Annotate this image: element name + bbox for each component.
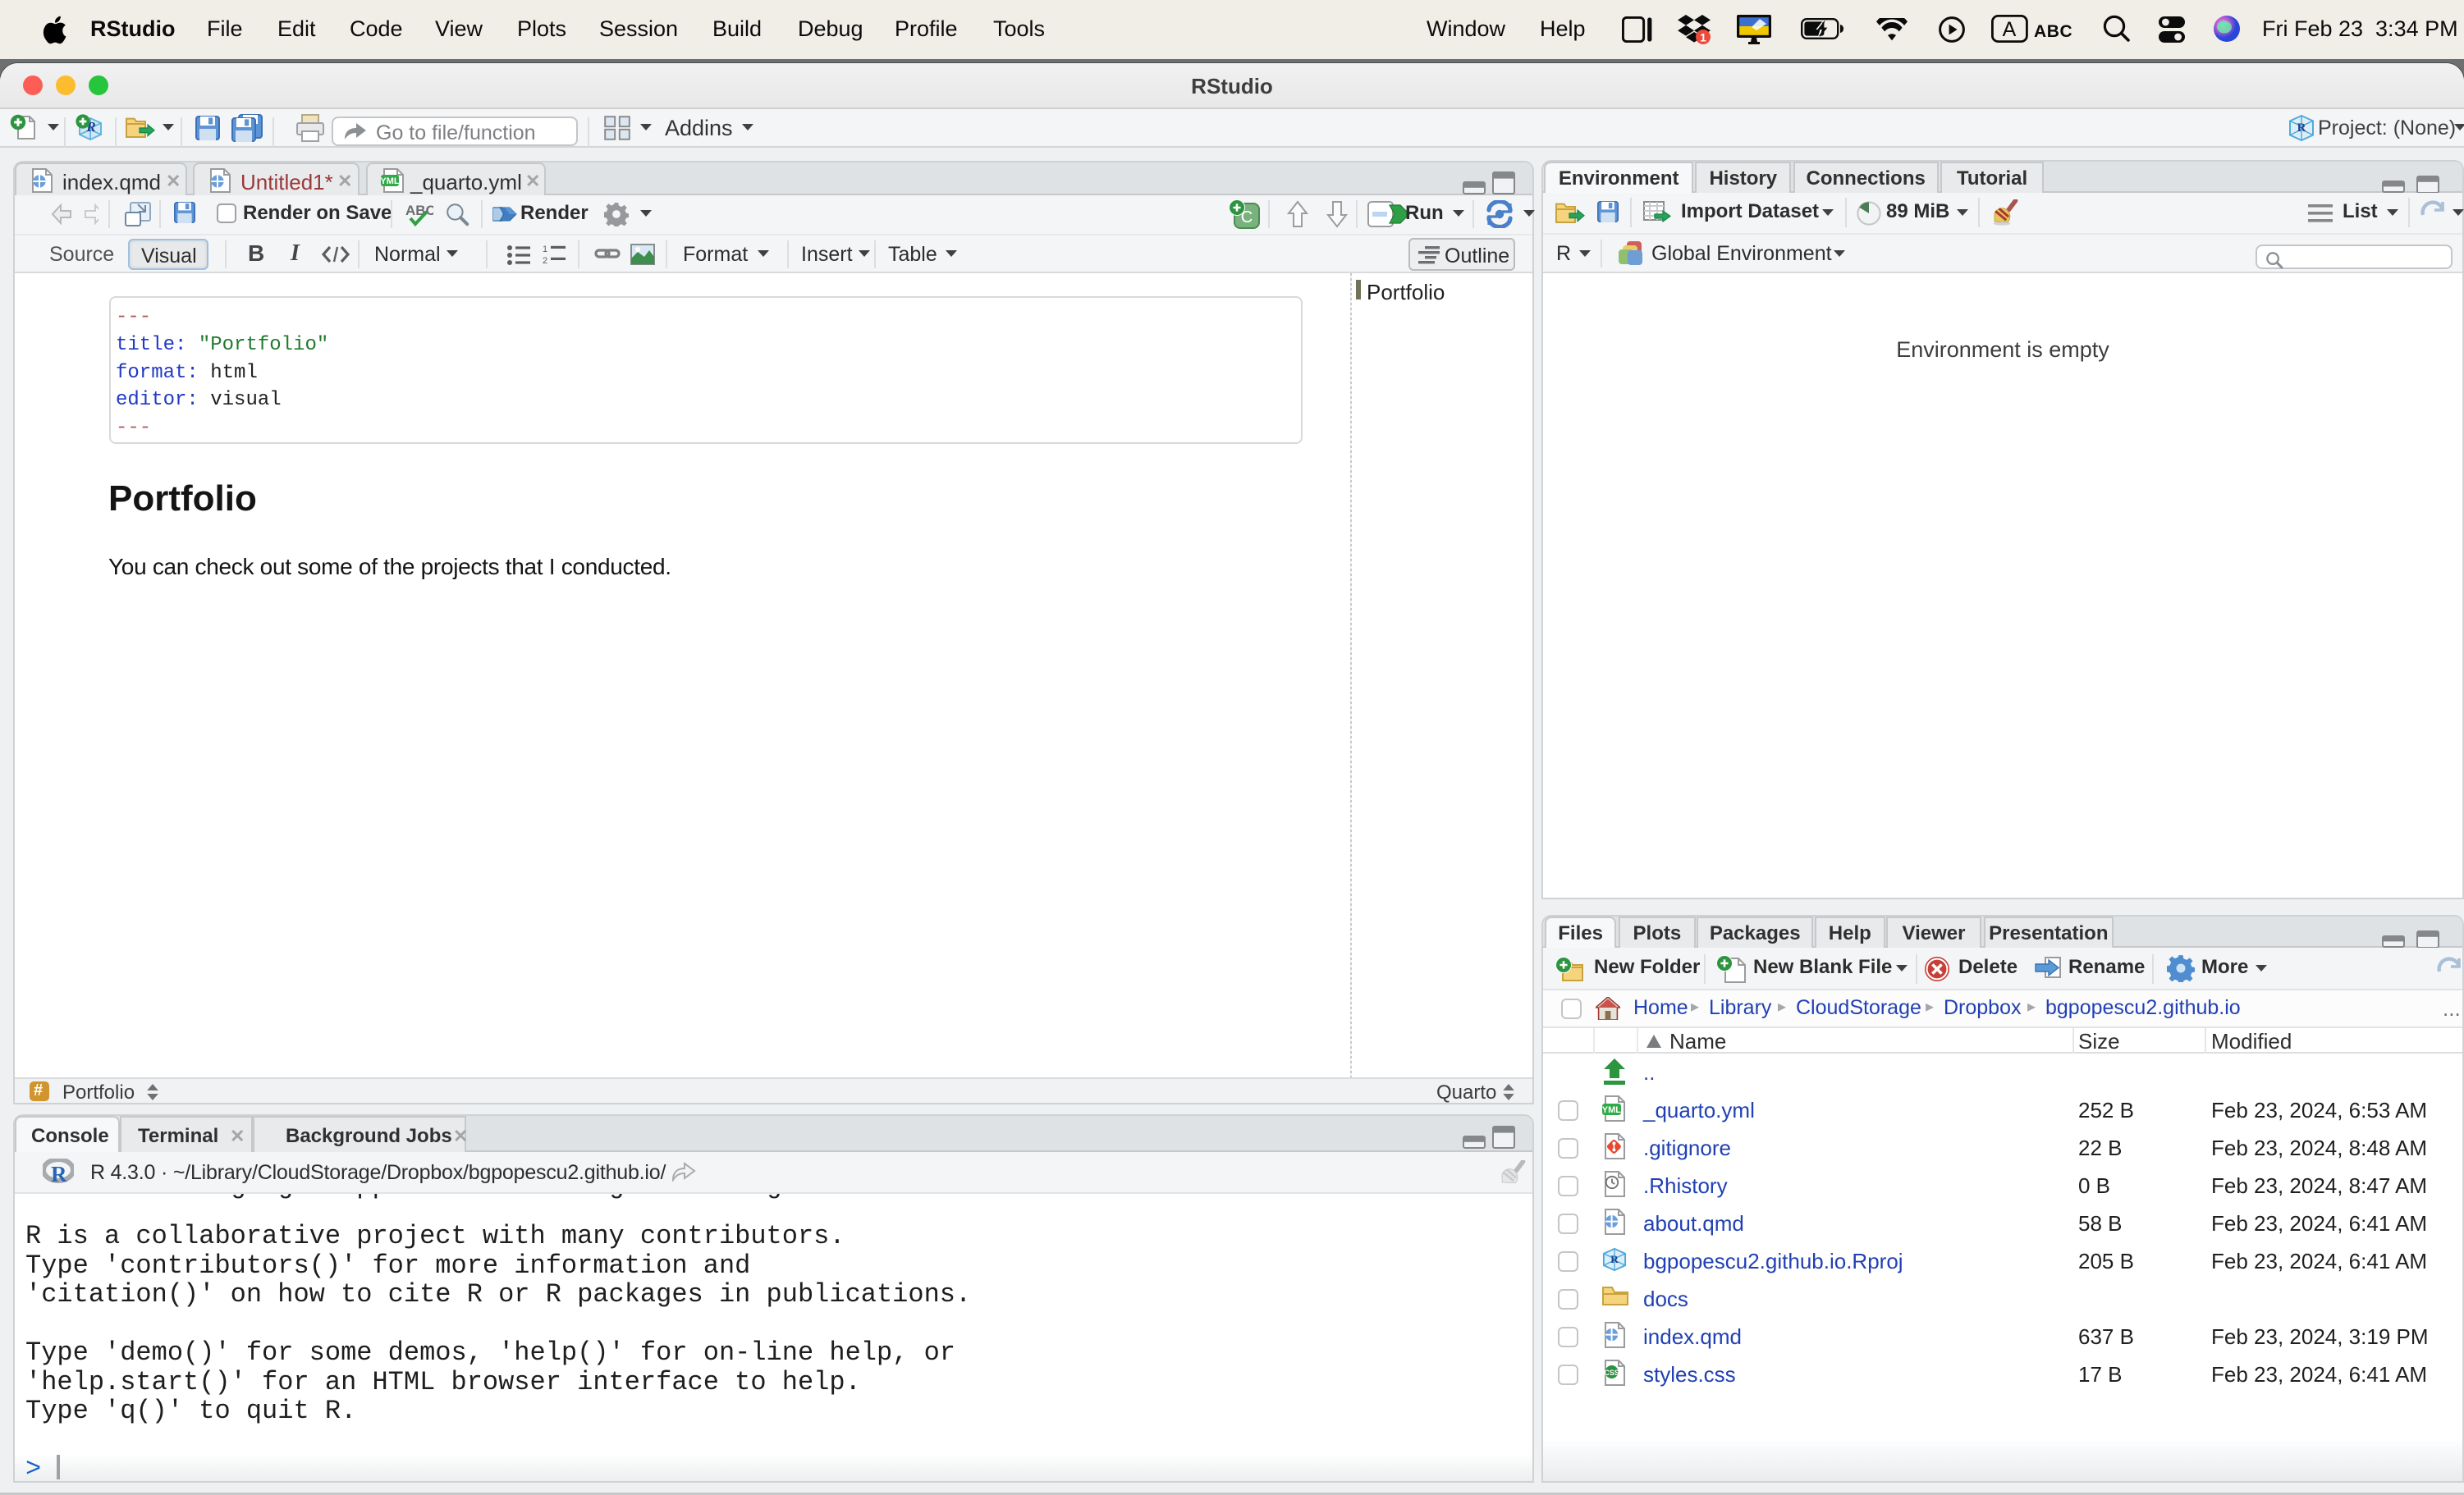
- svg-text:A: A: [2003, 18, 2017, 41]
- svg-text:2: 2: [543, 256, 547, 265]
- svg-text:R: R: [2297, 121, 2306, 135]
- svg-text:YML: YML: [1602, 1105, 1621, 1115]
- svg-text:ABC: ABC: [2034, 22, 2072, 41]
- svg-text:R: R: [51, 1162, 67, 1185]
- svg-text:YML: YML: [381, 176, 400, 186]
- svg-text:ABC: ABC: [405, 203, 433, 218]
- svg-text:1: 1: [543, 245, 547, 254]
- svg-text:1: 1: [1700, 30, 1706, 43]
- svg-text:CSS: CSS: [1604, 1369, 1619, 1377]
- svg-text:R: R: [1610, 1253, 1619, 1265]
